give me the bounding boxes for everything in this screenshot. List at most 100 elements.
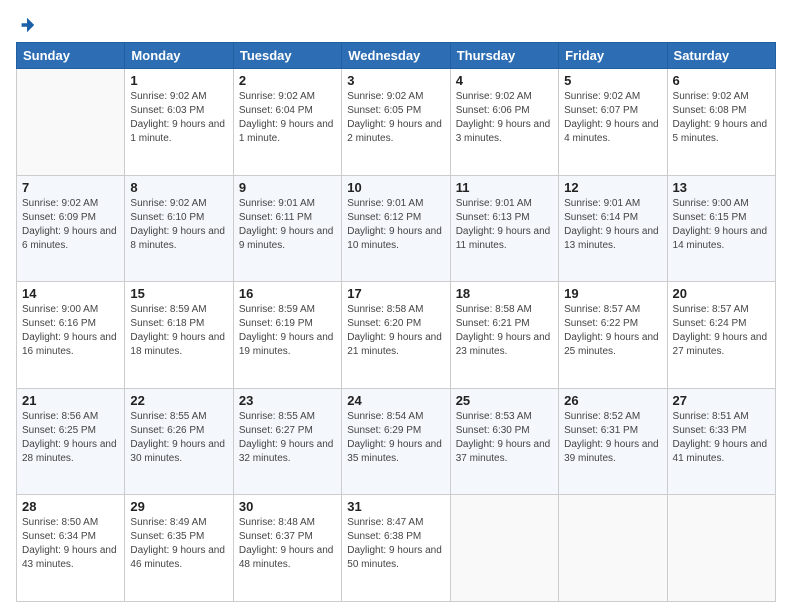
- calendar-cell: [17, 69, 125, 176]
- day-number: 4: [456, 73, 553, 88]
- day-number: 18: [456, 286, 553, 301]
- calendar-cell: 16Sunrise: 8:59 AMSunset: 6:19 PMDayligh…: [233, 282, 341, 389]
- day-number: 15: [130, 286, 227, 301]
- calendar-cell: 13 Sunrise: 9:00 AMSunset: 6:15 PMDayligh…: [667, 175, 775, 282]
- day-info: Sunrise: 9:02 AMSunset: 6:06 PMDaylight:…: [456, 90, 553, 146]
- logo-icon: [18, 16, 36, 34]
- calendar-cell: 4 Sunrise: 9:02 AMSunset: 6:06 PMDaylight…: [450, 69, 558, 176]
- day-info: Sunrise: 8:57 AMSunset: 6:24 PMDaylight:…: [673, 303, 770, 359]
- calendar-cell: 26 Sunrise: 8:52 AMSunset: 6:31 PMDayligh…: [559, 388, 667, 495]
- day-info: Sunrise: 8:58 AMSunset: 6:20 PMDaylight:…: [347, 303, 444, 359]
- day-number: 13: [673, 180, 770, 195]
- day-info: Sunrise: 9:02 AMSunset: 6:09 PMDaylight:…: [22, 197, 119, 253]
- day-number: 19: [564, 286, 661, 301]
- day-number: 20: [673, 286, 770, 301]
- calendar-week-row: 7Sunrise: 9:02 AMSunset: 6:09 PMDaylight…: [17, 175, 776, 282]
- day-info: Sunrise: 8:57 AMSunset: 6:22 PMDaylight:…: [564, 303, 661, 359]
- day-info: Sunrise: 8:55 AMSunset: 6:27 PMDaylight:…: [239, 410, 336, 466]
- day-info: Sunrise: 9:01 AMSunset: 6:11 PMDaylight:…: [239, 197, 336, 253]
- calendar-cell: [450, 495, 558, 602]
- calendar-cell: 18 Sunrise: 8:58 AMSunset: 6:21 PMDayligh…: [450, 282, 558, 389]
- calendar-cell: 8 Sunrise: 9:02 AMSunset: 6:10 PMDaylight…: [125, 175, 233, 282]
- day-number: 21: [22, 393, 119, 408]
- day-info: Sunrise: 9:02 AMSunset: 6:03 PMDaylight:…: [130, 90, 227, 146]
- day-number: 23: [239, 393, 336, 408]
- day-number: 2: [239, 73, 336, 88]
- calendar-cell: 14 Sunrise: 9:00 AMSunset: 6:16 PMDayligh…: [17, 282, 125, 389]
- day-info: Sunrise: 8:52 AMSunset: 6:31 PMDaylight:…: [564, 410, 661, 466]
- day-number: 14: [22, 286, 119, 301]
- day-of-week-header: Tuesday: [233, 43, 341, 69]
- calendar-cell: 27 Sunrise: 8:51 AMSunset: 6:33 PMDayligh…: [667, 388, 775, 495]
- calendar-cell: 2 Sunrise: 9:02 AMSunset: 6:04 PMDaylight…: [233, 69, 341, 176]
- day-info: Sunrise: 8:50 AMSunset: 6:34 PMDaylight:…: [22, 516, 119, 572]
- calendar-cell: 12Sunrise: 9:01 AMSunset: 6:14 PMDayligh…: [559, 175, 667, 282]
- day-number: 3: [347, 73, 444, 88]
- day-number: 16: [239, 286, 336, 301]
- day-info: Sunrise: 9:02 AMSunset: 6:10 PMDaylight:…: [130, 197, 227, 253]
- calendar-week-row: 21Sunrise: 8:56 AMSunset: 6:25 PMDayligh…: [17, 388, 776, 495]
- calendar-cell: [559, 495, 667, 602]
- calendar-cell: 11 Sunrise: 9:01 AMSunset: 6:13 PMDayligh…: [450, 175, 558, 282]
- day-number: 10: [347, 180, 444, 195]
- calendar-cell: 5 Sunrise: 9:02 AMSunset: 6:07 PMDaylight…: [559, 69, 667, 176]
- calendar-cell: 28Sunrise: 8:50 AMSunset: 6:34 PMDayligh…: [17, 495, 125, 602]
- logo: [16, 16, 36, 34]
- calendar-cell: 30 Sunrise: 8:48 AMSunset: 6:37 PMDayligh…: [233, 495, 341, 602]
- day-of-week-header: Thursday: [450, 43, 558, 69]
- day-info: Sunrise: 9:01 AMSunset: 6:14 PMDaylight:…: [564, 197, 661, 253]
- day-info: Sunrise: 9:02 AMSunset: 6:07 PMDaylight:…: [564, 90, 661, 146]
- day-of-week-header: Monday: [125, 43, 233, 69]
- day-info: Sunrise: 8:54 AMSunset: 6:29 PMDaylight:…: [347, 410, 444, 466]
- day-number: 5: [564, 73, 661, 88]
- day-of-week-header: Friday: [559, 43, 667, 69]
- day-info: Sunrise: 9:02 AMSunset: 6:04 PMDaylight:…: [239, 90, 336, 146]
- calendar-cell: 20 Sunrise: 8:57 AMSunset: 6:24 PMDayligh…: [667, 282, 775, 389]
- calendar-table: SundayMondayTuesdayWednesdayThursdayFrid…: [16, 42, 776, 602]
- day-number: 9: [239, 180, 336, 195]
- day-number: 29: [130, 499, 227, 514]
- day-info: Sunrise: 8:51 AMSunset: 6:33 PMDaylight:…: [673, 410, 770, 466]
- day-number: 24: [347, 393, 444, 408]
- calendar-cell: 10Sunrise: 9:01 AMSunset: 6:12 PMDayligh…: [342, 175, 450, 282]
- day-info: Sunrise: 9:02 AMSunset: 6:05 PMDaylight:…: [347, 90, 444, 146]
- day-of-week-header: Wednesday: [342, 43, 450, 69]
- day-info: Sunrise: 8:47 AMSunset: 6:38 PMDaylight:…: [347, 516, 444, 572]
- day-info: Sunrise: 8:59 AMSunset: 6:18 PMDaylight:…: [130, 303, 227, 359]
- day-number: 8: [130, 180, 227, 195]
- calendar-cell: 1 Sunrise: 9:02 AMSunset: 6:03 PMDaylight…: [125, 69, 233, 176]
- day-number: 1: [130, 73, 227, 88]
- calendar-cell: 29 Sunrise: 8:49 AMSunset: 6:35 PMDayligh…: [125, 495, 233, 602]
- day-info: Sunrise: 8:55 AMSunset: 6:26 PMDaylight:…: [130, 410, 227, 466]
- day-info: Sunrise: 8:58 AMSunset: 6:21 PMDaylight:…: [456, 303, 553, 359]
- day-number: 31: [347, 499, 444, 514]
- day-info: Sunrise: 9:01 AMSunset: 6:13 PMDaylight:…: [456, 197, 553, 253]
- calendar-cell: 17Sunrise: 8:58 AMSunset: 6:20 PMDayligh…: [342, 282, 450, 389]
- day-number: 11: [456, 180, 553, 195]
- calendar-cell: 24 Sunrise: 8:54 AMSunset: 6:29 PMDayligh…: [342, 388, 450, 495]
- page: SundayMondayTuesdayWednesdayThursdayFrid…: [0, 0, 792, 612]
- day-info: Sunrise: 8:48 AMSunset: 6:37 PMDaylight:…: [239, 516, 336, 572]
- calendar-cell: [667, 495, 775, 602]
- calendar-cell: 23 Sunrise: 8:55 AMSunset: 6:27 PMDayligh…: [233, 388, 341, 495]
- day-of-week-header: Sunday: [17, 43, 125, 69]
- calendar-cell: 22 Sunrise: 8:55 AMSunset: 6:26 PMDayligh…: [125, 388, 233, 495]
- calendar-cell: 31 Sunrise: 8:47 AMSunset: 6:38 PMDayligh…: [342, 495, 450, 602]
- day-number: 27: [673, 393, 770, 408]
- calendar-cell: 15 Sunrise: 8:59 AMSunset: 6:18 PMDayligh…: [125, 282, 233, 389]
- day-number: 26: [564, 393, 661, 408]
- calendar-week-row: 1 Sunrise: 9:02 AMSunset: 6:03 PMDaylight…: [17, 69, 776, 176]
- calendar-cell: 19 Sunrise: 8:57 AMSunset: 6:22 PMDayligh…: [559, 282, 667, 389]
- calendar-cell: 9 Sunrise: 9:01 AMSunset: 6:11 PMDaylight…: [233, 175, 341, 282]
- calendar-cell: 7Sunrise: 9:02 AMSunset: 6:09 PMDaylight…: [17, 175, 125, 282]
- day-of-week-header: Saturday: [667, 43, 775, 69]
- day-info: Sunrise: 9:00 AMSunset: 6:16 PMDaylight:…: [22, 303, 119, 359]
- calendar-cell: 6Sunrise: 9:02 AMSunset: 6:08 PMDaylight…: [667, 69, 775, 176]
- day-number: 30: [239, 499, 336, 514]
- calendar-header-row: SundayMondayTuesdayWednesdayThursdayFrid…: [17, 43, 776, 69]
- day-info: Sunrise: 9:00 AMSunset: 6:15 PMDaylight:…: [673, 197, 770, 253]
- day-number: 25: [456, 393, 553, 408]
- day-info: Sunrise: 8:49 AMSunset: 6:35 PMDaylight:…: [130, 516, 227, 572]
- day-number: 6: [673, 73, 770, 88]
- day-number: 22: [130, 393, 227, 408]
